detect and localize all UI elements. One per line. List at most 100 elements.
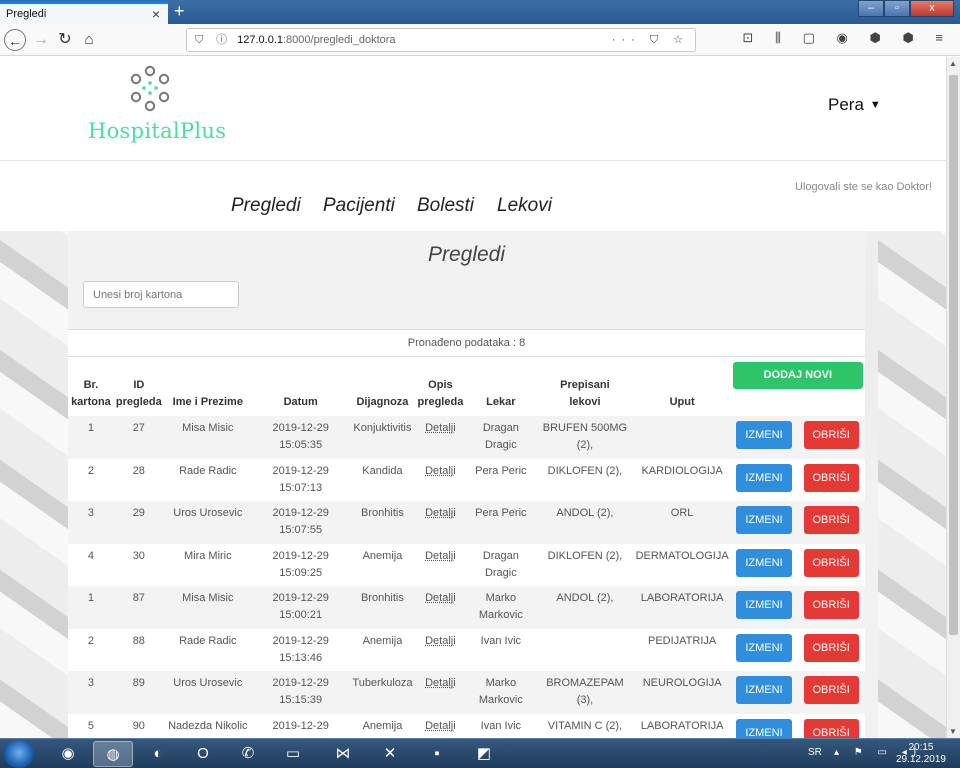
cell-karton: 3 bbox=[87, 677, 94, 689]
browser-toolbar-icons[interactable]: ⊡ ⫼ ▢ ◉ ⬢ ⬢ ≡ bbox=[743, 30, 952, 46]
cell-lekar: Ivan Ivic bbox=[480, 719, 522, 732]
detalji-link[interactable]: Detalji bbox=[425, 720, 456, 732]
page-scrollbar[interactable]: ▲ ▼ bbox=[946, 57, 960, 738]
cell-karton: 2 bbox=[87, 634, 94, 647]
cell-opis: Detalji bbox=[415, 501, 465, 544]
menu-lekovi[interactable]: Lekovi bbox=[497, 195, 552, 217]
cell-delete: OBRIŠI bbox=[797, 544, 865, 587]
edit-button[interactable]: IZMENI bbox=[736, 463, 792, 492]
minimize-button[interactable]: – bbox=[858, 0, 884, 17]
cell-lekovi: DIKLOFEN (2), bbox=[547, 464, 623, 477]
cell-dijagnoza: Anemija bbox=[362, 549, 403, 562]
edit-button[interactable]: IZMENI bbox=[736, 718, 792, 738]
cell-karton: 1 bbox=[87, 592, 94, 604]
scroll-up-icon[interactable]: ▲ bbox=[949, 59, 957, 68]
cell-delete: OBRIŠI bbox=[797, 714, 865, 738]
detalji-link[interactable]: Detalji bbox=[425, 550, 456, 562]
menu-pregledi[interactable]: Pregledi bbox=[231, 195, 301, 217]
firefox-taskbar-icon[interactable]: ◍ bbox=[93, 741, 133, 767]
brand-name[interactable]: HospitalPlus bbox=[88, 119, 226, 143]
url-path: :8000/pregledi_doktora bbox=[283, 34, 396, 46]
user-menu[interactable]: Pera ▼ bbox=[828, 95, 881, 115]
table-header-row: Br. kartona ID pregleda Ime i Prezime Datu… bbox=[68, 357, 865, 416]
detalji-link[interactable]: Detalji bbox=[425, 677, 456, 689]
cell-opis: Detalji bbox=[415, 544, 465, 587]
menu-bolesti[interactable]: Bolesti bbox=[417, 195, 474, 217]
edit-button[interactable]: IZMENI bbox=[736, 421, 792, 449]
viber-taskbar-icon[interactable]: ✆ bbox=[228, 741, 268, 767]
cell-datum: 2019-12-29 15:07:55 bbox=[272, 507, 329, 536]
edit-button[interactable]: IZMENI bbox=[736, 676, 792, 704]
system-tray: SR ▴ ⚑ ▭ ◂) 20:15 29.12.2019 bbox=[800, 739, 960, 768]
detalji-link[interactable]: Detalji bbox=[425, 507, 456, 519]
detalji-link[interactable]: Detalji bbox=[425, 422, 456, 434]
cell-ime: Uros Urosevic bbox=[173, 677, 243, 689]
delete-button[interactable]: OBRIŠI bbox=[803, 463, 859, 492]
cell-uput: KARDIOLOGIJA bbox=[641, 464, 723, 477]
start-button[interactable] bbox=[4, 740, 34, 768]
cell-lekar: Pera Peric bbox=[475, 507, 527, 519]
scrollbar-thumb[interactable] bbox=[949, 75, 958, 635]
detalji-link[interactable]: Detalji bbox=[425, 465, 456, 477]
delete-button[interactable]: OBRIŠI bbox=[803, 633, 859, 662]
cell-id: 28 bbox=[132, 464, 145, 477]
cell-id: 87 bbox=[132, 592, 145, 604]
scroll-down-icon[interactable]: ▼ bbox=[949, 727, 957, 736]
reload-icon[interactable]: ↻ bbox=[54, 29, 76, 51]
xampp-taskbar-icon[interactable]: ✕ bbox=[370, 741, 410, 767]
edit-button[interactable]: IZMENI bbox=[736, 548, 792, 577]
delete-button[interactable]: OBRIŠI bbox=[803, 548, 859, 577]
login-status: Ulogovali ste se kao Doktor! bbox=[795, 181, 932, 193]
edit-button[interactable]: IZMENI bbox=[736, 591, 792, 619]
table-row: 5 90 Nadezda Nikolic 2019-12-2915:30:15 Anem… bbox=[68, 714, 865, 739]
home-icon[interactable]: ⌂ bbox=[78, 29, 100, 51]
detalji-link[interactable]: Detalji bbox=[425, 635, 456, 647]
clock-time: 20:15 bbox=[908, 742, 934, 753]
edit-button[interactable]: IZMENI bbox=[736, 506, 792, 534]
cell-datum: 2019-12-2915:30:15 bbox=[272, 719, 329, 739]
menu-pacijenti[interactable]: Pacijenti bbox=[323, 195, 395, 217]
info-icon[interactable]: ⓘ bbox=[216, 29, 234, 51]
delete-button[interactable]: OBRIŠI bbox=[803, 718, 859, 738]
panel-header: Pregledi bbox=[68, 231, 865, 329]
cell-delete: OBRIŠI bbox=[797, 501, 865, 544]
folder-taskbar-icon[interactable]: ▭ bbox=[273, 741, 313, 767]
url-bar[interactable]: ⛉ ⓘ 127.0.0.1:8000/pregledi_doktora ··· … bbox=[186, 28, 696, 52]
close-window-button[interactable]: x bbox=[910, 0, 954, 17]
maximize-button[interactable]: ▫ bbox=[884, 0, 910, 17]
karton-search-input[interactable] bbox=[83, 281, 239, 308]
cell-dijagnoza: Tuberkuloza bbox=[352, 677, 413, 689]
language-indicator[interactable]: SR bbox=[808, 747, 822, 758]
cell-edit: IZMENI bbox=[731, 459, 798, 502]
cell-edit: IZMENI bbox=[731, 714, 798, 738]
delete-button[interactable]: OBRIŠI bbox=[803, 591, 859, 619]
table-row: 2 88 Rade Radic 2019-12-29 15:13:46 Anemija De… bbox=[68, 629, 865, 672]
back-arrow-icon[interactable]: ← bbox=[4, 29, 26, 51]
forward-arrow-icon[interactable]: → bbox=[30, 29, 52, 51]
cell-edit: IZMENI bbox=[731, 544, 798, 587]
messenger-taskbar-icon[interactable]: ◐ bbox=[138, 741, 178, 767]
col-opis: Opis pregleda bbox=[417, 379, 464, 408]
delete-button[interactable]: OBRIŠI bbox=[803, 421, 859, 449]
cell-edit: IZMENI bbox=[731, 416, 798, 459]
clock[interactable]: 20:15 29.12.2019 bbox=[896, 742, 946, 766]
terminal-taskbar-icon[interactable]: ▪ bbox=[417, 741, 457, 767]
new-tab-button[interactable]: + bbox=[174, 0, 185, 22]
table-row: 4 30 Mira Miric 2019-12-29 15:09:25 Anemija De… bbox=[68, 544, 865, 587]
detalji-link[interactable]: Detalji bbox=[425, 592, 456, 604]
cell-ime: Misa Misic bbox=[182, 422, 234, 434]
cell-opis: Detalji bbox=[415, 714, 465, 739]
vscode-taskbar-icon[interactable]: ⋈ bbox=[323, 741, 363, 767]
col-uput: Uput bbox=[669, 396, 695, 408]
chrome-taskbar-icon[interactable]: ◉ bbox=[48, 741, 88, 767]
tab-close-icon[interactable]: × bbox=[152, 6, 160, 22]
app-taskbar-icon[interactable]: ◩ bbox=[464, 741, 504, 767]
browser-tab[interactable]: Pregledi × bbox=[0, 2, 168, 24]
opera-taskbar-icon[interactable]: O bbox=[183, 741, 223, 767]
page-actions-icon[interactable]: ··· ⛉ ☆ bbox=[612, 29, 689, 51]
delete-button[interactable]: OBRIŠI bbox=[803, 676, 859, 704]
cell-id: 30 bbox=[132, 549, 145, 562]
add-pregled-button[interactable]: DODAJ NOVI PREGLED bbox=[732, 362, 863, 408]
delete-button[interactable]: OBRIŠI bbox=[803, 506, 859, 534]
edit-button[interactable]: IZMENI bbox=[736, 633, 792, 662]
